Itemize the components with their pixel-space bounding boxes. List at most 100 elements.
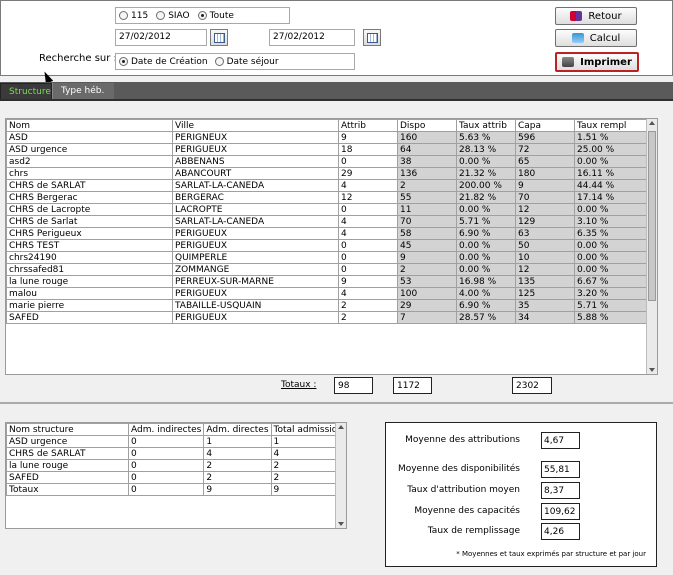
table-cell: 9 [338, 131, 398, 144]
table-cell: 0.00 % [456, 263, 516, 276]
radio-siao-indicator[interactable] [156, 11, 166, 20]
table-row[interactable]: chrs24190 QUIMPERLE 0 9 0.00 % 10 0.00 % [6, 251, 647, 264]
table-cell: 2 [338, 311, 398, 324]
table-cell: CHRS Perigueux [6, 227, 173, 240]
table-cell: 9 [397, 251, 457, 264]
stat-label: Moyenne des attributions [405, 435, 520, 445]
calcul-button-label: Calcul [589, 32, 621, 44]
radio-date-sejour-indicator[interactable] [214, 57, 224, 66]
structure-table-header: Nom Ville Attrib Dispo Taux attrib Capa … [6, 119, 647, 132]
table-row[interactable]: CHRS de SARLAT 0 4 4 [6, 447, 346, 460]
col-taux-rempl[interactable]: Taux rempl [574, 119, 647, 132]
table-cell: ASD urgence [6, 143, 173, 156]
scroll-down-arrow-icon[interactable] [649, 368, 655, 372]
table-row[interactable]: CHRS de SARLAT SARLAT-LA-CANEDA 4 2 200.00 %… [6, 179, 647, 192]
table-row[interactable]: CHRS TEST PERIGUEUX 0 45 0.00 % 50 0.00 % [6, 239, 647, 252]
stat-label: Taux de remplissage [427, 526, 520, 536]
vertical-scrollbar[interactable] [646, 119, 657, 374]
table-row[interactable]: CHRS de Sarlat SARLAT-LA-CANEDA 4 70 5.71 % 1… [6, 215, 647, 228]
radio-date-sejour[interactable]: Date séjour [214, 57, 279, 67]
table-row[interactable]: SAFED 0 2 2 [6, 471, 346, 484]
table-cell: PERIGUEUX [172, 239, 339, 252]
table-cell: ASD urgence [6, 435, 129, 448]
table-cell: 200.00 % [456, 179, 516, 192]
stat-row: Moyenne des attributions 4,67 [386, 432, 658, 449]
filter-panel: 115 SIAO Toute 27/02/2012 27/02/2012 Rec… [0, 0, 673, 76]
radio-siao[interactable]: SIAO [156, 11, 190, 21]
radio-115-indicator[interactable] [119, 11, 128, 20]
col-attrib[interactable]: Attrib [338, 119, 398, 132]
radio-date-creation-indicator[interactable] [119, 57, 128, 66]
table-cell: CHRS TEST [6, 239, 173, 252]
radio-115[interactable]: 115 [119, 11, 148, 21]
scroll-up-arrow-icon[interactable] [649, 121, 655, 125]
table-row[interactable]: ASD urgence 0 1 1 [6, 435, 346, 448]
table-cell: 12 [338, 191, 398, 204]
table-cell: 38 [397, 155, 457, 168]
table-cell: 0 [127, 447, 205, 460]
scroll-up-arrow-icon[interactable] [338, 425, 344, 429]
tab-structure[interactable]: Structure [0, 83, 52, 99]
stat-row: Taux d'attribution moyen 8,37 [386, 482, 658, 499]
table-cell: 12 [515, 203, 575, 216]
table-cell: 16.98 % [456, 275, 516, 288]
table-cell: 28.57 % [456, 311, 516, 324]
table-cell: LACROPTE [172, 203, 339, 216]
table-row[interactable]: CHRS Bergerac BERGERAC 12 55 21.82 % 70 17.14 … [6, 191, 647, 204]
scroll-down-arrow-icon[interactable] [338, 522, 344, 526]
table-row[interactable]: asd2 ABBENANS 0 38 0.00 % 65 0.00 % [6, 155, 647, 168]
table-row[interactable]: la lune rouge 0 2 2 [6, 459, 346, 472]
imprimer-button[interactable]: Imprimer [555, 52, 639, 72]
admission-vertical-scrollbar[interactable] [335, 423, 346, 528]
table-cell: 0.00 % [574, 251, 647, 264]
table-cell: 5.71 % [574, 299, 647, 312]
col-adm-directes[interactable]: Adm. directes [203, 423, 272, 436]
table-cell: 2 [397, 179, 457, 192]
retour-button[interactable]: Retour [555, 7, 637, 25]
date-end-calendar-button[interactable] [363, 29, 381, 46]
col-nom[interactable]: Nom [6, 119, 173, 132]
source-radio-group: 115 SIAO Toute [115, 7, 290, 24]
printer-icon [562, 57, 575, 67]
stat-label: Moyenne des disponibilités [397, 464, 520, 474]
radio-toute[interactable]: Toute [197, 11, 234, 21]
col-adm-indirectes[interactable]: Adm. indirectes [127, 423, 205, 436]
stat-row: Moyenne des capacités 109,62 [386, 503, 658, 520]
table-cell: 70 [397, 215, 457, 228]
table-row[interactable]: Totaux 0 9 9 [6, 483, 346, 496]
table-row[interactable]: CHRS de Lacropte LACROPTE 0 11 0.00 % 12 0.00 … [6, 203, 647, 216]
col-ville[interactable]: Ville [172, 119, 339, 132]
table-cell: 35 [515, 299, 575, 312]
table-cell: 3.10 % [574, 215, 647, 228]
table-cell: 5.88 % [574, 311, 647, 324]
col-dispo[interactable]: Dispo [397, 119, 457, 132]
table-row[interactable]: la lune rouge PERREUX-SUR-MARNE 9 53 16.98 %… [6, 275, 647, 288]
scroll-thumb[interactable] [648, 131, 656, 301]
table-cell: 18 [338, 143, 398, 156]
table-row[interactable]: marie pierre TABAILLE-USQUAIN 2 29 6.90 % 35 5… [6, 299, 647, 312]
table-cell: 0.00 % [456, 239, 516, 252]
date-end-input[interactable]: 27/02/2012 [269, 29, 355, 46]
calcul-button[interactable]: Calcul [555, 29, 637, 47]
table-row[interactable]: ASD urgence PERIGUEUX 18 64 28.13 % 72 25.00 % [6, 143, 647, 156]
radio-date-creation[interactable]: Date de Création [119, 57, 208, 67]
table-row[interactable]: chrssafed81 ZOMMANGE 0 2 0.00 % 12 0.00 % [6, 263, 647, 276]
table-row[interactable]: chrs ABANCOURT 29 136 21.32 % 180 16.11 % [6, 167, 647, 180]
back-arrow-icon [570, 11, 583, 21]
date-start-input[interactable]: 27/02/2012 [115, 29, 207, 46]
table-cell: 9 [515, 179, 575, 192]
radio-toute-indicator[interactable] [197, 11, 207, 20]
table-row[interactable]: CHRS Perigueux PERIGUEUX 4 58 6.90 % 63 6.35 % [6, 227, 647, 240]
table-row[interactable]: ASD PERIGNEUX 9 160 5.63 % 596 1.51 % [6, 131, 647, 144]
table-cell: 180 [515, 167, 575, 180]
tab-type-heb[interactable]: Type héb. [52, 83, 114, 99]
col-capa[interactable]: Capa [515, 119, 575, 132]
total-capa: 2302 [512, 377, 552, 394]
table-row[interactable]: malou PERIGUEUX 4 100 4.00 % 125 3.20 % [6, 287, 647, 300]
table-cell: malou [6, 287, 173, 300]
date-start-calendar-button[interactable] [210, 29, 228, 46]
table-row[interactable]: SAFED PERIGUEUX 2 7 28.57 % 34 5.88 % [6, 311, 647, 324]
col-nom-structure[interactable]: Nom structure [6, 423, 129, 436]
col-taux-attrib[interactable]: Taux attrib [456, 119, 516, 132]
table-cell: 1.51 % [574, 131, 647, 144]
